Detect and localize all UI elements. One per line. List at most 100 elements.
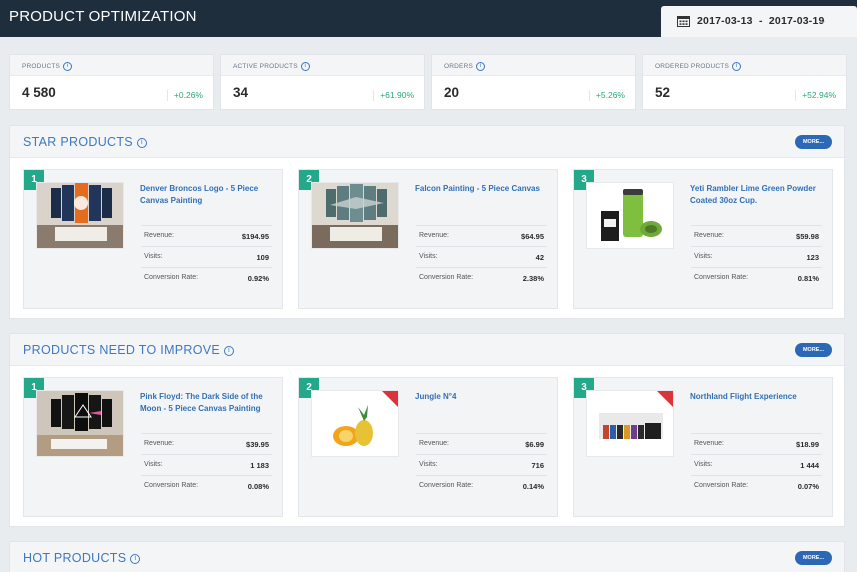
product-card[interactable]: 2 Falcon Painting - 5 Piece Canvas Reven… — [298, 169, 558, 309]
revenue-label: Revenue: — [694, 232, 724, 239]
more-button[interactable]: MORE... — [795, 135, 832, 149]
kpi-ordered-products: ORDERED PRODUCTS i 52 +52.94% — [642, 54, 847, 110]
conversion-value: 2.38% — [522, 274, 544, 283]
info-icon[interactable]: i — [731, 62, 741, 71]
product-card[interactable]: 3 Northland Flight Experience Revenue: $1… — [573, 377, 833, 517]
product-card[interactable]: 1 Denver Broncos Logo - 5 Piece Canvas P… — [23, 169, 283, 309]
product-stats: Revenue: $18.99 Visits: 1 444 Conversion R… — [691, 433, 822, 496]
kpi-label: ACTIVE PRODUCTS — [233, 63, 298, 71]
product-stats: Revenue: $59.98 Visits: 123 Conversion Rat… — [691, 225, 822, 288]
section-title: HOT PRODUCTS — [23, 551, 127, 565]
kpi-label: ORDERED PRODUCTS — [655, 63, 729, 71]
conversion-value: 0.81% — [797, 274, 819, 283]
product-name-link[interactable]: Northland Flight Experience — [690, 391, 824, 403]
visits-label: Visits: — [419, 253, 438, 260]
revenue-value: $59.98 — [796, 232, 819, 241]
kpi-delta: +52.94% — [795, 90, 836, 101]
visits-value: 109 — [256, 253, 269, 262]
revenue-value: $194.95 — [241, 232, 269, 241]
info-icon[interactable]: i — [476, 62, 486, 71]
revenue-label: Revenue: — [419, 232, 449, 239]
product-stats: Revenue: $39.95 Visits: 1 183 Conversion R… — [141, 433, 272, 496]
conversion-label: Conversion Rate: — [419, 274, 474, 281]
product-name-link[interactable]: Pink Floyd: The Dark Side of the Moon - … — [140, 391, 274, 414]
visits-label: Visits: — [144, 253, 163, 260]
conversion-label: Conversion Rate: — [694, 274, 749, 281]
revenue-value: $6.99 — [525, 440, 544, 449]
section-title: PRODUCTS NEED TO IMPROVE — [23, 343, 221, 357]
kpi-value: 34 — [233, 85, 249, 100]
visits-value: 716 — [531, 461, 544, 470]
product-image[interactable] — [36, 390, 124, 457]
kpi-delta: +0.26% — [166, 90, 203, 101]
info-icon[interactable]: i — [300, 62, 310, 71]
product-card[interactable]: 3 Yeti Rambler Lime Green Powder Coated … — [573, 169, 833, 309]
visits-label: Visits: — [419, 461, 438, 468]
info-icon[interactable]: i — [136, 137, 147, 148]
product-name-link[interactable]: Yeti Rambler Lime Green Powder Coated 30… — [690, 183, 824, 206]
visits-label: Visits: — [694, 253, 713, 260]
top-header: PRODUCT OPTIMIZATION 2017-03-13 - 2017-0… — [0, 0, 857, 37]
kpi-active-products: ACTIVE PRODUCTS i 34 +61.90% — [220, 54, 425, 110]
conversion-label: Conversion Rate: — [419, 482, 474, 489]
revenue-value: $64.95 — [521, 232, 544, 241]
info-icon[interactable]: i — [130, 553, 141, 564]
product-name-link[interactable]: Falcon Painting - 5 Piece Canvas — [415, 183, 549, 195]
visits-label: Visits: — [694, 461, 713, 468]
visits-value: 123 — [806, 253, 819, 262]
product-stats: Revenue: $6.99 Visits: 716 Conversion Rate… — [416, 433, 547, 496]
revenue-label: Revenue: — [144, 232, 174, 239]
product-image[interactable] — [311, 390, 399, 457]
section-title: STAR PRODUCTS — [23, 135, 133, 149]
revenue-label: Revenue: — [419, 440, 449, 447]
revenue-value: $39.95 — [246, 440, 269, 449]
star-products-section: STAR PRODUCTS i MORE... 1 Denver Broncos … — [9, 125, 845, 319]
kpi-products: PRODUCTS i 4 580 +0.26% — [9, 54, 214, 110]
product-image[interactable] — [311, 182, 399, 249]
visits-value: 1 183 — [250, 461, 269, 470]
calendar-icon — [677, 16, 690, 27]
product-image[interactable] — [586, 182, 674, 249]
product-name-link[interactable]: Denver Broncos Logo - 5 Piece Canvas Pai… — [140, 183, 274, 206]
kpi-orders: ORDERS i 20 +5.26% — [431, 54, 636, 110]
kpi-delta: +5.26% — [588, 90, 625, 101]
product-name-link[interactable]: Jungle N°4 — [415, 391, 549, 403]
info-icon[interactable]: i — [63, 62, 73, 71]
kpi-label: PRODUCTS — [22, 63, 61, 71]
product-stats: Revenue: $194.95 Visits: 109 Conversion Ra… — [141, 225, 272, 288]
kpi-value: 20 — [444, 85, 460, 100]
date-range-text: 2017-03-13 - 2017-03-19 — [697, 15, 825, 27]
product-card[interactable]: 1 Pink Floyd: The Dark Side of the Moon … — [23, 377, 283, 517]
conversion-value: 0.07% — [797, 482, 819, 491]
kpi-value: 4 580 — [22, 85, 56, 100]
revenue-value: $18.99 — [796, 440, 819, 449]
improve-products-section: PRODUCTS NEED TO IMPROVE i MORE... 1 Pink… — [9, 333, 845, 527]
kpi-label: ORDERS — [444, 63, 474, 71]
product-card[interactable]: 2 Jungle N°4 Revenue: $6.99 Visits: 716 Co… — [298, 377, 558, 517]
visits-value: 42 — [535, 253, 544, 262]
kpi-value: 52 — [655, 85, 671, 100]
conversion-value: 0.14% — [522, 482, 544, 491]
sale-ribbon-icon — [657, 391, 673, 407]
product-image[interactable] — [36, 182, 124, 249]
conversion-label: Conversion Rate: — [144, 274, 199, 281]
conversion-value: 0.08% — [247, 482, 269, 491]
product-image[interactable] — [586, 390, 674, 457]
conversion-value: 0.92% — [247, 274, 269, 283]
revenue-label: Revenue: — [144, 440, 174, 447]
visits-value: 1 444 — [800, 461, 819, 470]
product-stats: Revenue: $64.95 Visits: 42 Conversion Rate… — [416, 225, 547, 288]
page-title: PRODUCT OPTIMIZATION — [9, 8, 197, 25]
date-range-picker[interactable]: 2017-03-13 - 2017-03-19 ⌄ — [661, 6, 857, 37]
hot-products-section: HOT PRODUCTS i MORE... — [9, 541, 845, 572]
sale-ribbon-icon — [382, 391, 398, 407]
info-icon[interactable]: i — [224, 345, 235, 356]
chevron-down-icon: ⌄ — [819, 15, 827, 25]
kpi-delta: +61.90% — [373, 90, 414, 101]
conversion-label: Conversion Rate: — [694, 482, 749, 489]
revenue-label: Revenue: — [694, 440, 724, 447]
conversion-label: Conversion Rate: — [144, 482, 199, 489]
more-button[interactable]: MORE... — [795, 551, 832, 565]
visits-label: Visits: — [144, 461, 163, 468]
more-button[interactable]: MORE... — [795, 343, 832, 357]
